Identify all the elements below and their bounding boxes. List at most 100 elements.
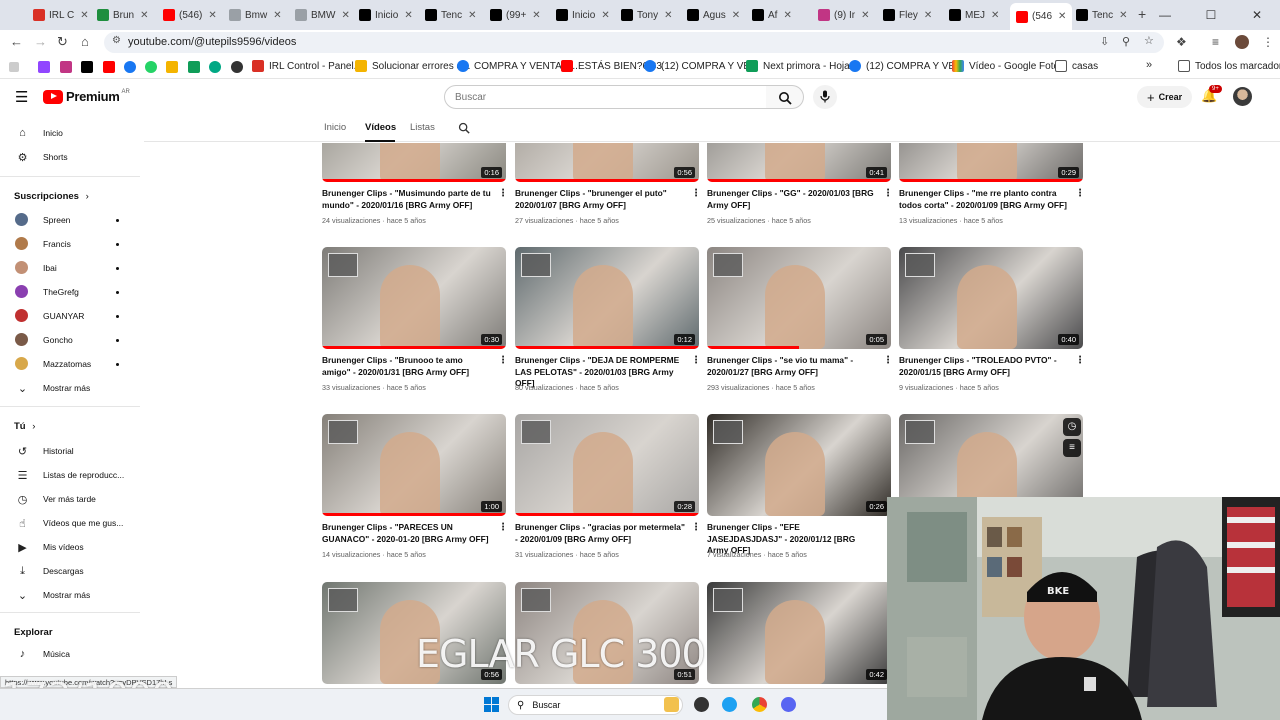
browser-tab[interactable]: Brun ✕	[97, 4, 149, 26]
video-menu-icon[interactable]: ⋮	[691, 355, 701, 366]
search-button[interactable]	[766, 85, 804, 109]
tab-close-icon[interactable]: ✕	[532, 10, 540, 21]
bookmark-google-fotos[interactable]: Vídeo - Google Fotos	[952, 60, 1064, 72]
browser-tab[interactable]: Tony ✕	[621, 4, 673, 26]
video-thumbnail[interactable]: 1:00	[322, 414, 506, 516]
sidebar-item-francis[interactable]: Francis	[0, 233, 140, 255]
tab-close-icon[interactable]: ✕	[601, 10, 609, 21]
sidebar-item-you[interactable]: ▶ Mis vídeos	[0, 536, 140, 558]
video-menu-icon[interactable]: ⋮	[498, 522, 508, 533]
video-thumbnail[interactable]: 0:30	[322, 247, 506, 349]
search-input[interactable]	[445, 86, 766, 109]
bookmark-compra-venta-3[interactable]: (12) COMPRA Y VE...	[849, 60, 963, 72]
sidebar-item-musica[interactable]: ♪ Música	[0, 643, 140, 665]
video-thumbnail[interactable]: 0:16	[322, 143, 506, 182]
facebook-bookmark-icon[interactable]	[124, 61, 136, 73]
video-thumbnail[interactable]: 0:41	[707, 143, 891, 182]
sidebar-item-mazzatomas[interactable]: Mazzatomas	[0, 353, 140, 375]
tab-close-icon[interactable]: ✕	[861, 10, 869, 21]
video-thumbnail[interactable]: 0:42	[707, 582, 891, 684]
browser-tab[interactable]: (9) Ir ✕	[818, 4, 870, 26]
browser-tab[interactable]: Tenc ✕	[425, 4, 477, 26]
bookmark-casas[interactable]: casas	[1055, 60, 1098, 72]
tab-close-icon[interactable]: ✕	[404, 10, 412, 21]
sidebar-item-spreen[interactable]: Spreen	[0, 209, 140, 231]
browser-tab[interactable]: IRL C ✕	[33, 4, 89, 26]
sidebar-item-you[interactable]: ☝ Vídeos que me gus...	[0, 512, 140, 534]
minimize-icon[interactable]: —	[1142, 0, 1188, 30]
browser-tab[interactable]: BMW ✕	[295, 4, 350, 26]
url-text[interactable]: youtube.com/@utepils9596/videos	[128, 36, 296, 48]
obs-icon[interactable]	[694, 697, 709, 712]
you-header[interactable]: Tú ›	[14, 421, 35, 432]
video-title[interactable]: Brunenger Clips - "Musimundo parte de tu…	[322, 188, 492, 211]
bookmark-compra-venta-1[interactable]: COMPRA Y VENTA L...	[457, 60, 578, 72]
video-menu-icon[interactable]: ⋮	[498, 355, 508, 366]
browser-tab[interactable]: Agus ✕	[687, 4, 740, 26]
more-bookmarks-icon[interactable]: »	[1146, 59, 1152, 71]
address-bar[interactable]: ⚙ youtube.com/@utepils9596/videos ⇩ ⚲ ☆	[104, 32, 1164, 53]
maximize-icon[interactable]: ☐	[1188, 0, 1234, 30]
video-menu-icon[interactable]: ⋮	[691, 522, 701, 533]
tab-close-icon[interactable]: ✕	[140, 10, 148, 21]
bookmark-compra-venta-2[interactable]: (12) COMPRA Y VE...	[644, 60, 758, 72]
browser-tab[interactable]: MEJ ✕	[949, 4, 999, 26]
home-browser-icon[interactable]: ⌂	[81, 34, 89, 49]
sidebar-item-you[interactable]: ⤓ Descargas	[0, 560, 140, 582]
browser-tab[interactable]: Fley ✕	[883, 4, 932, 26]
edge-icon[interactable]	[722, 697, 737, 712]
reload-icon[interactable]: ↻	[57, 34, 68, 50]
tab-close-icon[interactable]: ✕	[273, 10, 281, 21]
watch-later-icon[interactable]: ◷	[1063, 418, 1081, 436]
close-window-icon[interactable]: ✕	[1234, 0, 1280, 30]
video-title[interactable]: Brunenger Clips - "GG" - 2020/01/03 [BRG…	[707, 188, 877, 211]
video-thumbnail[interactable]: 0:56	[515, 143, 699, 182]
tab-listas[interactable]: Listas	[410, 122, 435, 133]
browser-tab[interactable]: Tenc ✕	[1076, 4, 1128, 26]
video-menu-icon[interactable]: ⋮	[883, 355, 893, 366]
file-explorer-icon[interactable]	[664, 697, 679, 712]
sidebar-item-you[interactable]: ↺ Historial	[0, 440, 140, 462]
extensions-icon[interactable]: ❖	[1176, 35, 1187, 49]
video-title[interactable]: Brunenger Clips - "Brunooo te amo amigo"…	[322, 355, 492, 378]
sidebar-show-more-subs[interactable]: ⌄ Mostrar más	[0, 377, 140, 399]
tab-close-icon[interactable]: ✕	[991, 10, 999, 21]
browser-tab[interactable]: Inicio ✕	[359, 4, 413, 26]
video-thumbnail[interactable]: 0:26	[707, 414, 891, 516]
tab-close-icon[interactable]: ✕	[783, 10, 791, 21]
browser-tab[interactable]: Af ✕	[752, 4, 792, 26]
tab-close-icon[interactable]: ✕	[341, 10, 349, 21]
account-avatar[interactable]	[1233, 87, 1252, 106]
tab-close-icon[interactable]: ✕	[208, 10, 216, 21]
sheets-bookmark-icon[interactable]	[188, 61, 200, 73]
video-menu-icon[interactable]: ⋮	[883, 188, 893, 199]
voice-search-button[interactable]	[813, 85, 837, 109]
bookmark-solucionar[interactable]: Solucionar errores d...	[355, 60, 470, 72]
video-thumbnail[interactable]: 0:28	[515, 414, 699, 516]
channel-search-icon[interactable]	[458, 122, 470, 134]
tab-close-icon[interactable]: ✕	[924, 10, 932, 21]
browser-tab[interactable]: (546 ✕	[1010, 3, 1073, 30]
subscriptions-header[interactable]: Suscripciones ›	[14, 191, 89, 202]
sidebar-item-inicio[interactable]: ⌂ Inicio	[0, 122, 140, 144]
install-app-icon[interactable]: ⇩	[1100, 35, 1109, 48]
video-thumbnail[interactable]: 0:40	[899, 247, 1083, 349]
chrome-icon[interactable]	[752, 697, 767, 712]
tab-videos[interactable]: Vídeos	[365, 122, 396, 133]
sidebar-item-you[interactable]: ◷ Ver más tarde	[0, 488, 140, 510]
video-menu-icon[interactable]: ⋮	[498, 188, 508, 199]
x-bookmark-icon[interactable]	[81, 61, 93, 73]
tab-close-icon[interactable]: ✕	[732, 10, 740, 21]
video-title[interactable]: Brunenger Clips - "TROLEADO PVTO" - 2020…	[899, 355, 1069, 378]
twitch-bookmark-icon[interactable]	[38, 61, 50, 73]
video-title[interactable]: Brunenger Clips - "me rre planto contra …	[899, 188, 1069, 211]
profile-avatar[interactable]	[1235, 35, 1249, 49]
video-title[interactable]: Brunenger Clips - "brunenger el puto" 20…	[515, 188, 685, 211]
github-bookmark-icon[interactable]	[231, 61, 243, 73]
sidebar-item-ibai[interactable]: Ibai	[0, 257, 140, 279]
sidebar-item-goncho[interactable]: Goncho	[0, 329, 140, 351]
tab-close-icon[interactable]: ✕	[1058, 11, 1066, 22]
tab-close-icon[interactable]: ✕	[1119, 10, 1127, 21]
video-menu-icon[interactable]: ⋮	[1075, 355, 1085, 366]
tab-close-icon[interactable]: ✕	[468, 10, 476, 21]
